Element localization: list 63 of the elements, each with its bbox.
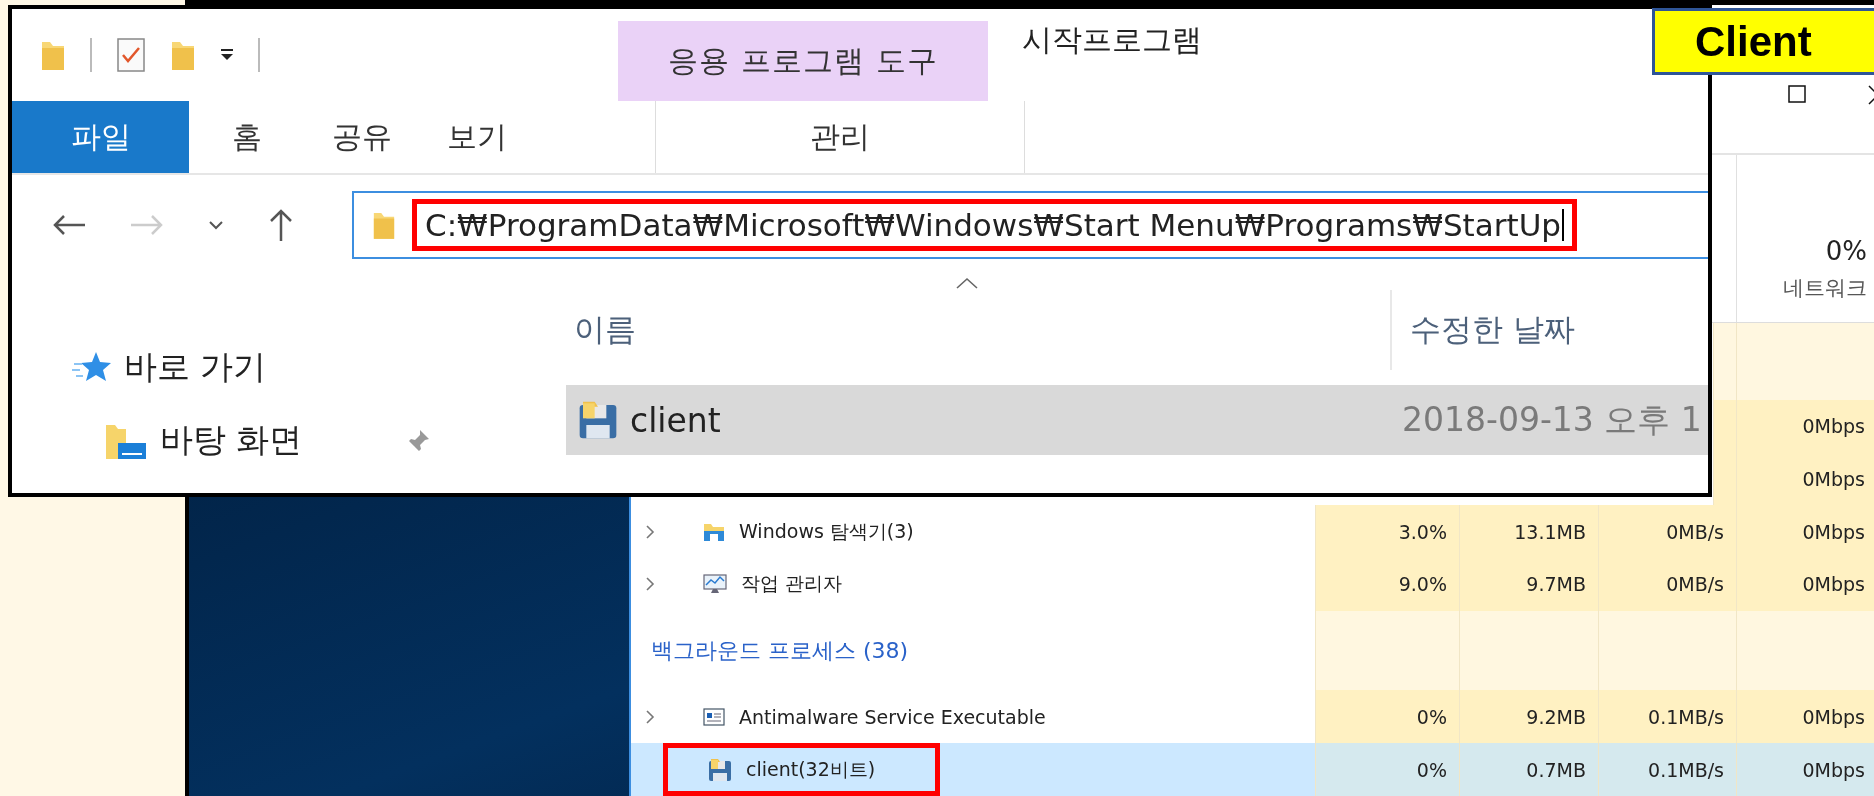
table-cell: 9.0% xyxy=(1315,558,1459,611)
window-icon xyxy=(703,707,725,726)
modified-date: 2018-09-13 오후 1 xyxy=(1401,398,1702,441)
table-cell: 0Mbps xyxy=(1736,558,1874,611)
table-cell: 0MB/s xyxy=(1598,558,1736,611)
table-cell: 0Mbps xyxy=(1736,505,1874,559)
table-cell: 0Mbps xyxy=(1736,452,1874,506)
nav-label: 바로 가기 xyxy=(124,346,267,388)
ribbon-tab[interactable]: 파일 xyxy=(12,101,189,173)
nav-label: 바탕 화면 xyxy=(160,419,303,461)
process-name: Antimalware Service Executable xyxy=(739,705,1046,728)
chevron-icon[interactable] xyxy=(645,576,655,593)
process-name: client(32비트) xyxy=(746,756,876,782)
file-name: client xyxy=(630,400,721,440)
dropdown-icon[interactable] xyxy=(220,48,234,62)
process-row[interactable]: client(32비트) 0% 0.7MB 0.1MB/s 0Mbps xyxy=(631,743,1874,796)
sort-caret-icon xyxy=(956,277,978,289)
process-row[interactable]: 작업 관리자 9.0% 9.7MB 0MB/s 0Mbps xyxy=(631,558,1874,611)
recent-locations-button[interactable] xyxy=(208,220,224,230)
column-header[interactable]: 네트워크 xyxy=(1783,274,1867,302)
network-percent: 0% xyxy=(1825,236,1867,266)
up-button[interactable] xyxy=(268,208,294,242)
table-cell: 0% xyxy=(1315,690,1459,744)
table-cell: 13.1MB xyxy=(1459,505,1598,559)
ribbon-tab[interactable]: 관리 xyxy=(655,101,1025,173)
table-cell: 0MB/s xyxy=(1598,505,1736,559)
ribbon-tab[interactable]: 보기 xyxy=(419,101,534,173)
process-row[interactable]: Windows 탐색기(3) 3.0% 13.1MB 0MB/s 0Mbps xyxy=(631,505,1874,559)
table-cell: 0.7MB xyxy=(1459,743,1598,796)
context-tab-group: 응용 프로그램 도구 xyxy=(618,21,988,101)
table-cell: 0.1MB/s xyxy=(1598,690,1736,744)
nav-item[interactable]: 바탕 화면 xyxy=(72,418,512,463)
table-cell: 0Mbps xyxy=(1736,743,1874,796)
process-row[interactable]: Antimalware Service Executable 0% 9.2MB 0.1MB/s 0Mbps xyxy=(631,690,1874,744)
window-title: 시작프로그램 xyxy=(1022,20,1202,59)
table-cell: 0Mbps xyxy=(1736,399,1874,453)
floppy-disk-icon xyxy=(578,400,618,440)
table-cell: 3.0% xyxy=(1315,505,1459,559)
table-cell: 9.2MB xyxy=(1459,690,1598,744)
file-row[interactable]: client 2018-09-13 오후 1 xyxy=(566,385,1708,455)
process-name: Windows 탐색기(3) xyxy=(739,518,914,544)
ribbon-tab[interactable]: 공유 xyxy=(304,101,419,173)
table-cell: 9.7MB xyxy=(1459,558,1598,611)
checklist-icon[interactable] xyxy=(116,37,146,73)
back-button[interactable] xyxy=(52,214,86,236)
process-name: 작업 관리자 xyxy=(741,571,843,597)
section-heading: 백그라운드 프로세스 (38) xyxy=(650,636,909,665)
nav-item[interactable]: 바로 가기 xyxy=(72,345,512,390)
chevron-icon[interactable] xyxy=(645,708,655,725)
monitor-icon xyxy=(703,573,727,596)
table-cell: 0Mbps xyxy=(1736,690,1874,744)
folder-icon xyxy=(703,521,725,542)
ribbon-tab[interactable]: 홈 xyxy=(189,101,304,173)
caption-label: Client xyxy=(1652,8,1874,75)
address-bar[interactable]: C:₩ProgramData₩Microsoft₩Windows₩Start Menu₩Programs₩StartUp xyxy=(352,191,1708,259)
maximize-button[interactable] xyxy=(1788,85,1806,103)
chevron-icon[interactable] xyxy=(645,523,655,540)
table-cell: 0.1MB/s xyxy=(1598,743,1736,796)
table-cell xyxy=(1713,399,1736,453)
table-cell: 0% xyxy=(1315,743,1459,796)
column-header[interactable]: 이름 xyxy=(566,309,1390,351)
address-path[interactable]: C:₩ProgramData₩Microsoft₩Windows₩Start Menu₩Programs₩StartUp xyxy=(412,199,1577,251)
column-header[interactable]: 수정한 날짜 xyxy=(1410,309,1575,351)
